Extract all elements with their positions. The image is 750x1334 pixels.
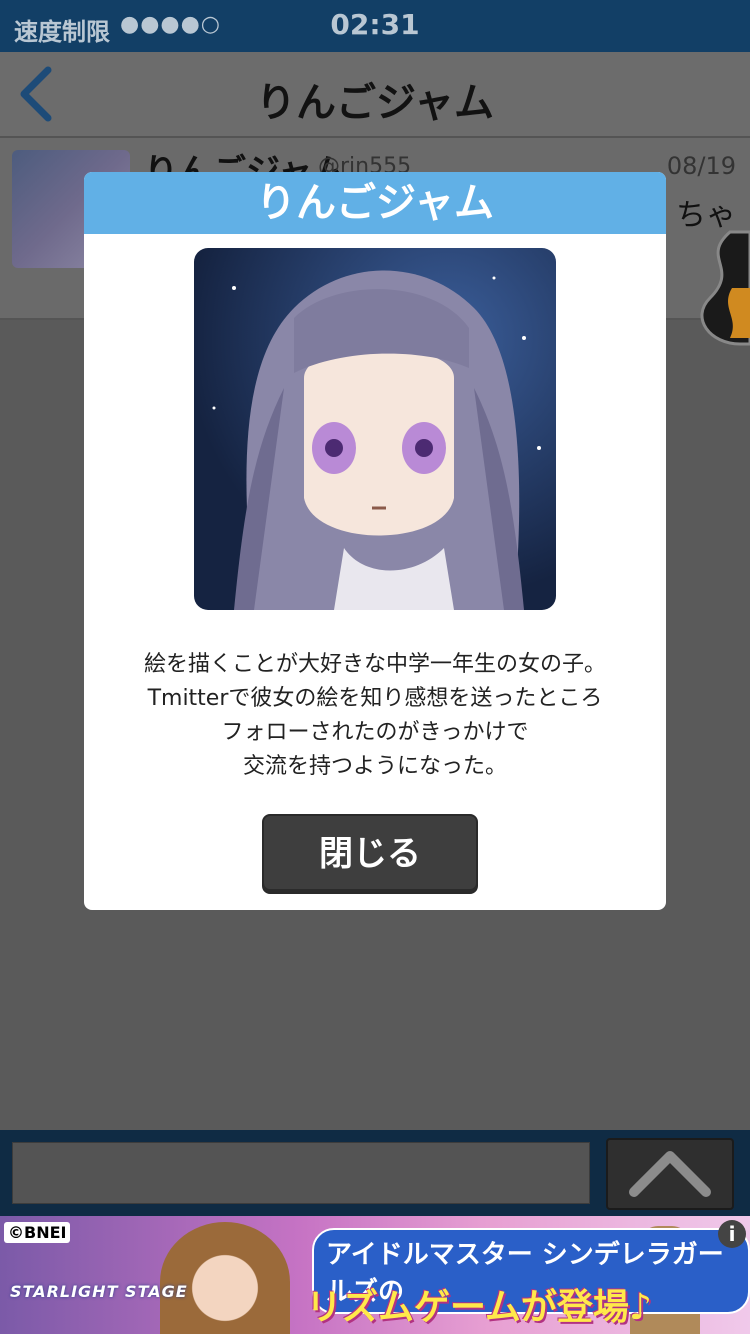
flame-icon [700,230,750,346]
status-time: 02:31 [330,8,420,41]
description-line: フォローされたのがきっかけで [221,720,529,745]
game-logo: STARLIGHT STAGE [10,1282,188,1301]
description-line: Tmitterで彼女の絵を知り感想を送ったところ [147,686,603,711]
ad-banner[interactable]: ©BNEI STARLIGHT STAGE アイドルマスター シンデレラガールズ… [0,1216,750,1334]
close-button[interactable]: 閉じる [262,814,478,894]
navigation-bar: りんごジャム [0,52,750,138]
banner-subheadline: リズムゲームが登場♪ [306,1287,652,1328]
message-date: 08/19 [666,152,736,180]
info-icon[interactable]: i [718,1220,746,1248]
message-input[interactable] [12,1142,590,1204]
profile-modal: りんごジャム 絵を描くことが大好きな中学一年生の女の子。 Tmitterで彼女の… [84,172,666,910]
profile-description: 絵を描くことが大好きな中学一年生の女の子。 Tmitterで彼女の絵を知り感想を… [84,648,666,784]
send-button[interactable] [606,1138,734,1210]
description-line: 交流を持つようになった。 [242,754,507,779]
chevron-up-icon [629,1151,711,1197]
modal-title: りんごジャム [256,180,494,226]
copyright-label: ©BNEI [4,1222,71,1243]
status-bar: 速度制限 ●●●●○ 02:31 [0,0,750,52]
message-input-bar [0,1130,750,1216]
description-line: 絵を描くことが大好きな中学一年生の女の子。 [143,652,606,677]
modal-header: りんごジャム [84,172,666,234]
page-title: りんごジャム [256,80,494,126]
portrait-illustration [212,270,541,610]
banner-character-image [160,1222,290,1334]
profile-portrait [194,248,556,610]
